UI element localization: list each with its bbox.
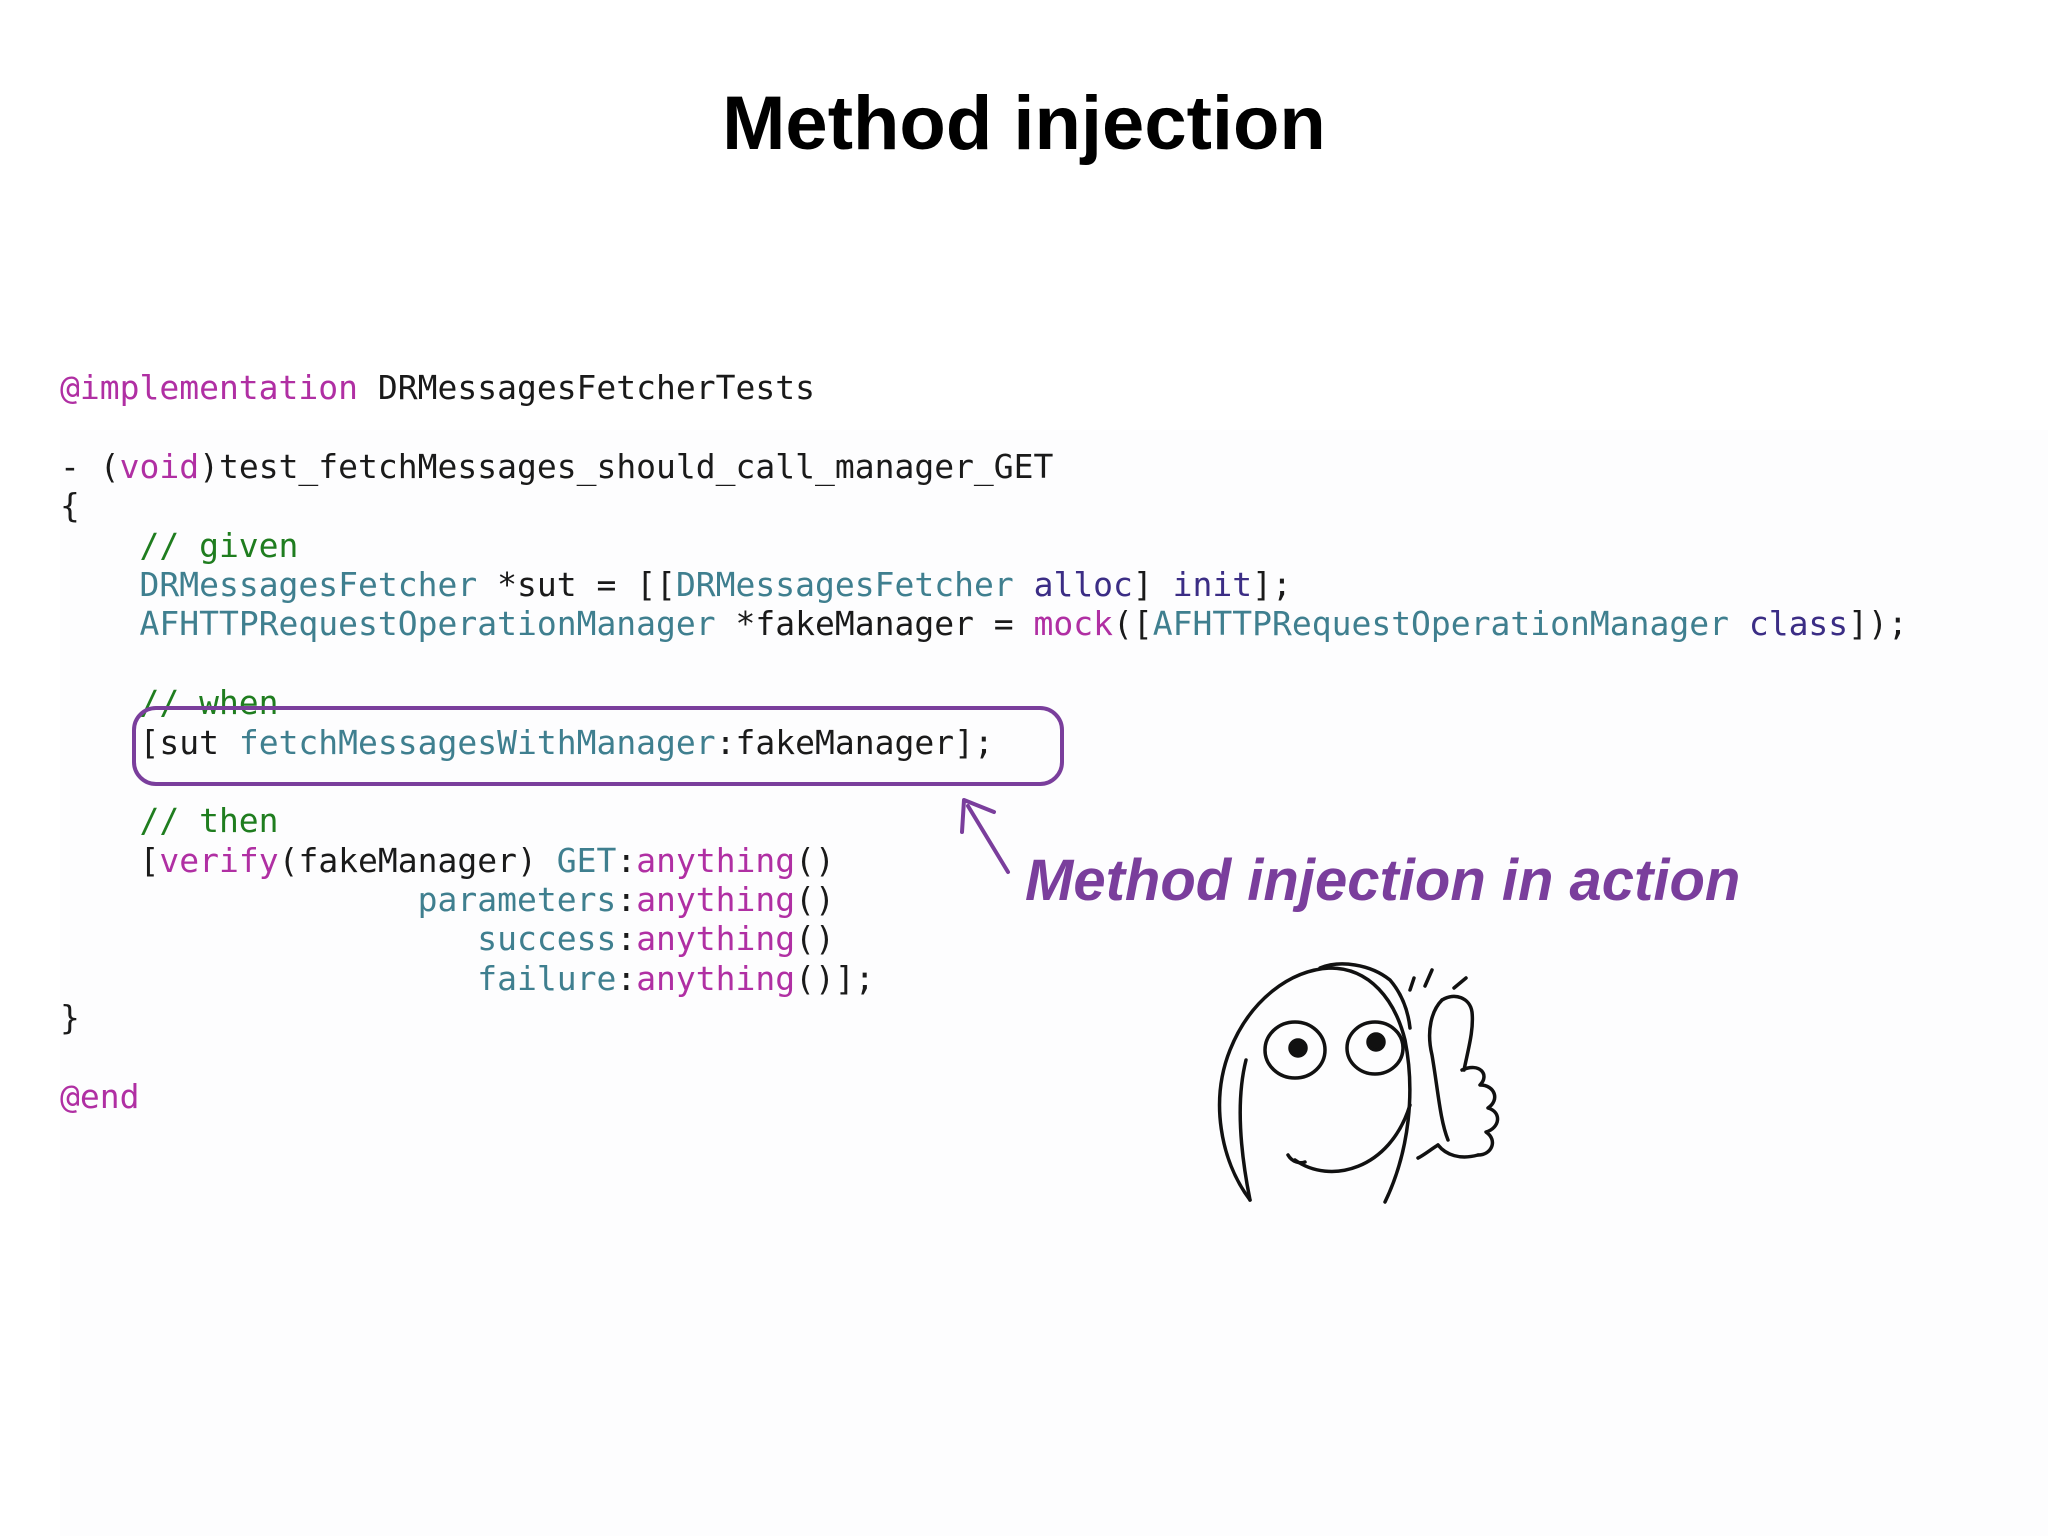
annotation-overlay	[132, 706, 1064, 874]
highlight-box	[132, 706, 1064, 786]
thumbs-up-face-doodle-icon	[1217, 962, 1500, 1204]
annotation-label: Method injection in action	[1025, 848, 1741, 913]
arrow-up-left-icon	[960, 798, 1010, 874]
